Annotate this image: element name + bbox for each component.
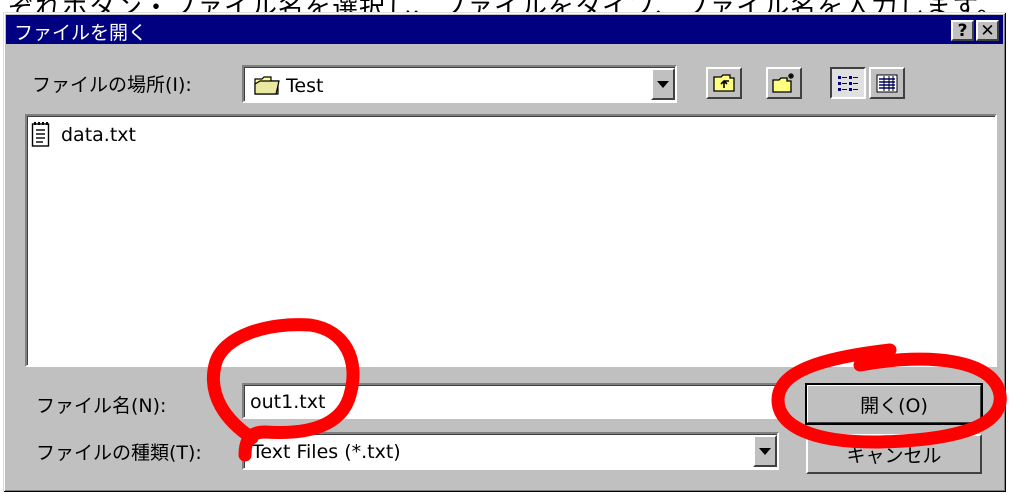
annotation-circle-filename [207,318,360,462]
annotation-overlay [207,318,1007,462]
annotation-circle-open [771,343,1007,449]
